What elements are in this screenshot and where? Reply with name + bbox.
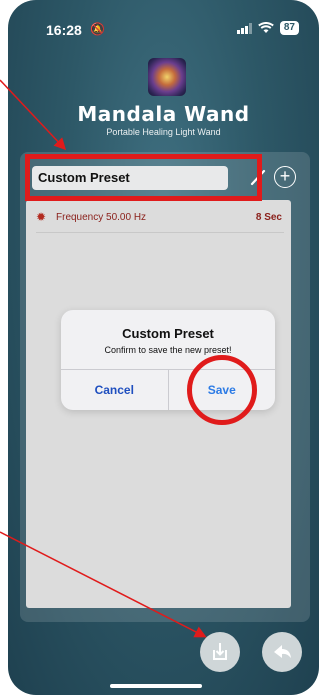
back-button[interactable] bbox=[262, 632, 302, 672]
highlight-rectangle bbox=[25, 154, 262, 201]
status-bar: 16:28 🔕 87 bbox=[8, 0, 319, 56]
save-preset-button[interactable] bbox=[200, 632, 240, 672]
frequency-label: Frequency 50.00 Hz bbox=[56, 212, 147, 223]
app-title: Mandala Wand bbox=[77, 102, 250, 126]
status-right: 87 bbox=[236, 21, 299, 35]
duration-label: 8 Sec bbox=[255, 212, 282, 223]
app-subtitle: Portable Healing Light Wand bbox=[106, 127, 221, 137]
list-item[interactable]: ✹ Frequency 50.00 Hz 8 Sec bbox=[36, 208, 284, 233]
plus-circle-icon[interactable]: + bbox=[274, 166, 296, 188]
bell-slash-icon: 🔕 bbox=[90, 22, 105, 36]
highlight-circle bbox=[187, 355, 257, 425]
status-time: 16:28 bbox=[46, 22, 82, 38]
back-arrow-icon bbox=[274, 645, 291, 658]
wifi-icon bbox=[258, 22, 274, 33]
battery-indicator: 87 bbox=[279, 21, 299, 35]
signal-icon bbox=[236, 22, 252, 34]
sun-icon: ✹ bbox=[36, 210, 47, 224]
cancel-button[interactable]: Cancel bbox=[61, 370, 169, 410]
dialog-title: Custom Preset bbox=[122, 326, 214, 341]
dialog-message: Confirm to save the new preset! bbox=[104, 345, 232, 355]
mandala-logo bbox=[148, 58, 186, 96]
save-download-icon bbox=[213, 643, 227, 660]
brand-header: Mandala Wand Portable Healing Light Wand bbox=[8, 102, 319, 137]
home-indicator bbox=[110, 684, 202, 688]
